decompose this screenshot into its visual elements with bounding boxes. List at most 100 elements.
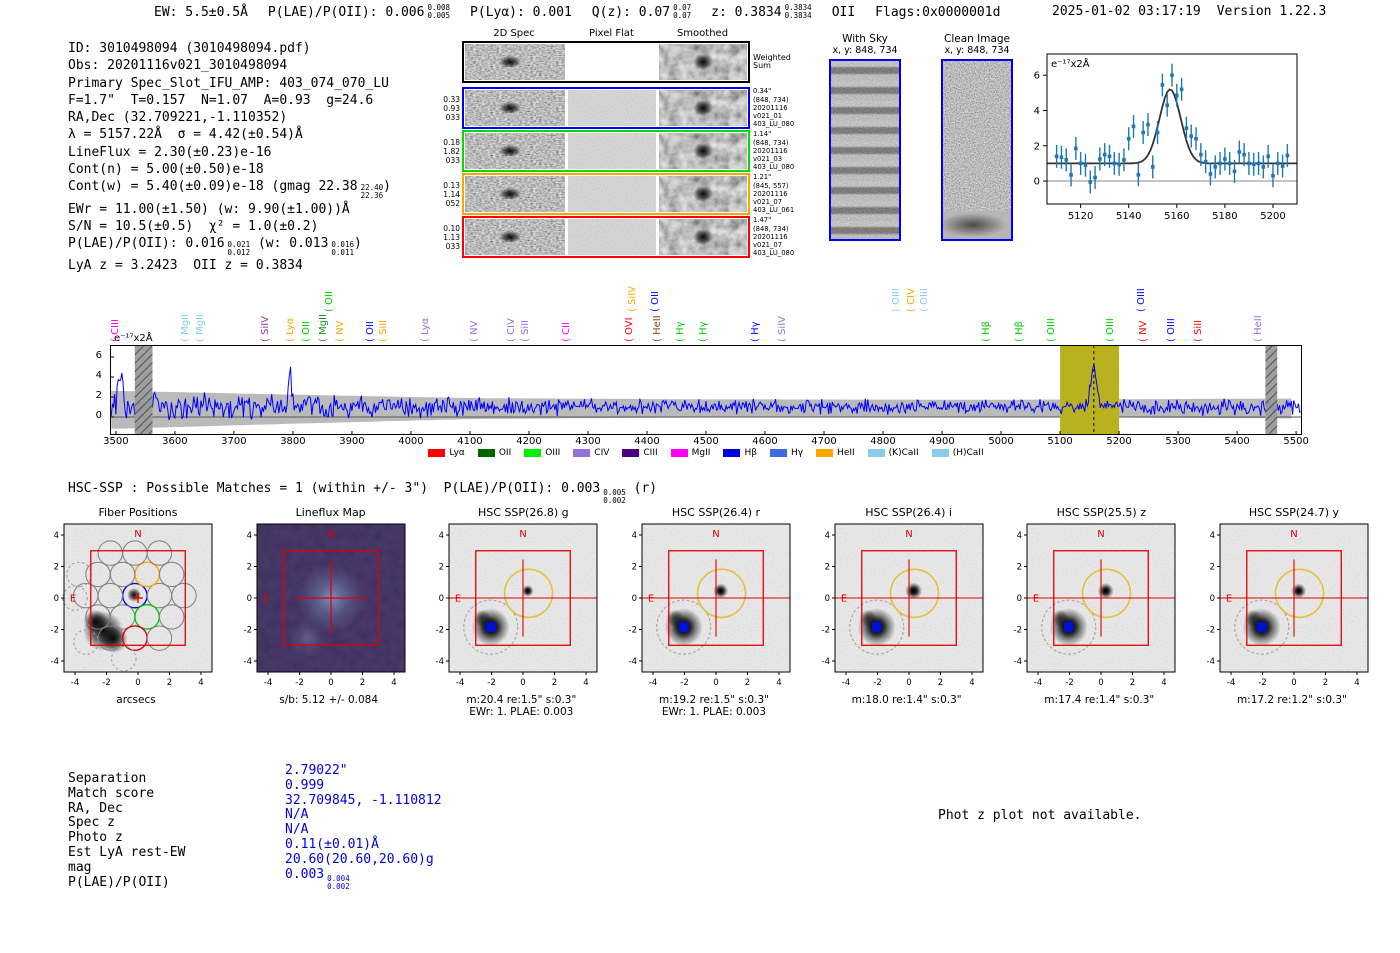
- summary-line: EW: 5.5±0.5Å P(LAE)/P(OII): 0.006 0.008 0.0…: [154, 3, 1020, 20]
- legend-label: MgII: [691, 448, 711, 458]
- svg-text:E: E: [262, 594, 268, 605]
- text-segment: Cont(w) = 5.40(±0.09)e-18 (gmag 22.38: [68, 179, 358, 195]
- svg-text:-2: -2: [243, 625, 251, 635]
- summary-segment: OII: [832, 5, 855, 20]
- legend-swatch: [428, 449, 446, 457]
- spec2d-left-label: 033: [445, 112, 460, 122]
- svg-text:2: 2: [54, 563, 59, 573]
- main-ytick-label: 2: [95, 390, 102, 401]
- legend-item: (K)CaII: [867, 448, 919, 458]
- main-xtick-label: 5100: [1047, 436, 1073, 447]
- cutout-plot: N E -4 -2 0 2 4 -4 -2 0 2 4: [628, 523, 791, 688]
- cutout-title: HSC SSP(25.5) z: [1056, 506, 1146, 519]
- emission-line-label: ( SiIV: [260, 316, 272, 342]
- main-xtick-label: 5500: [1283, 436, 1309, 447]
- emission-line-label: ( Lyα: [285, 317, 297, 342]
- svg-text:0: 0: [439, 594, 444, 604]
- emission-line-label: ( OII: [650, 291, 662, 312]
- text-segment: EWr = 11.00(±1.50) (w: 9.90(±1.00))Å: [68, 201, 350, 217]
- legend-label: HeII: [837, 448, 855, 458]
- svg-text:2: 2: [552, 678, 557, 688]
- line-fit-zoom-svg: 5120 5140 5160 5180 5200 0 2 4 6 e⁻¹⁷x2Å: [1034, 53, 1298, 222]
- emission-line-label: ( OIII: [1045, 318, 1057, 342]
- spec2d-strip-smooth: [659, 133, 747, 169]
- spec2d-column-titles: 2D Spec Pixel Flat Smoothed: [462, 28, 838, 39]
- summary-segment: P(LAE)/P(OII): 0.006 0.008 0.005: [268, 3, 450, 20]
- match-row-value: N/A: [285, 822, 442, 838]
- cutout-xlabel: s/b: 5.12 +/- 0.084: [279, 694, 379, 706]
- main-xtick-label: 4700: [811, 436, 837, 447]
- report-timestamp: 2025-01-02 03:17:19: [1052, 4, 1201, 19]
- svg-text:0: 0: [135, 678, 140, 688]
- main-xtick-label: 4900: [929, 436, 955, 447]
- line-legend: Lyα OII OIII CIV CIII MgII Hβ Hγ HeII (K)CaII (H)C…: [110, 448, 1302, 458]
- stacked-uncertainty: 22.40 22.36: [360, 183, 384, 201]
- svg-text:-4: -4: [263, 678, 271, 688]
- emission-line-label: ( OIII: [918, 288, 930, 312]
- sky-panel-title: With Sky: [842, 33, 888, 45]
- full-spectrum-svg: [110, 345, 1302, 435]
- text-segment: LineFlux = 2.30(±0.23)e-16: [68, 144, 272, 160]
- spec2d-row-left-labels: 0.10 1.13 033: [438, 224, 462, 251]
- emission-line-label: ( CIV: [505, 318, 517, 342]
- svg-text:N: N: [1290, 529, 1297, 540]
- text-segment: 2.79022": [285, 763, 348, 778]
- text-segment: LyA z = 3.2423 OII z = 0.3834: [68, 258, 303, 274]
- svg-text:-4: -4: [628, 657, 636, 667]
- svg-text:N: N: [712, 529, 719, 540]
- spec2d-strip-smooth: [659, 219, 747, 255]
- legend-item: OII: [477, 448, 512, 458]
- svg-text:0: 0: [328, 678, 333, 688]
- match-row-value: 2.79022": [285, 763, 442, 779]
- legend-label: Hβ: [744, 448, 757, 458]
- legend-item: Lyα: [428, 448, 465, 458]
- text-segment: P(LAE)/P(OII): 0.016: [68, 236, 225, 252]
- spec2d-row-strips: [462, 87, 750, 129]
- svg-text:N: N: [905, 529, 912, 540]
- photz-note: Phot z plot not available.: [938, 808, 1142, 823]
- legend-item: (H)CaII: [931, 448, 984, 458]
- svg-text:2: 2: [1323, 678, 1328, 688]
- stacked-uncertainty: 0.004 0.002: [327, 873, 350, 891]
- text-segment: (r): [625, 481, 658, 496]
- svg-text:N: N: [1098, 529, 1105, 540]
- svg-text:2: 2: [745, 678, 750, 688]
- spec2d-left-label: 052: [445, 198, 460, 208]
- cutout-xlabel: m:19.2 re:1.5" s:0.3": [658, 694, 769, 706]
- legend-label: Hγ: [790, 448, 804, 458]
- spec2d-right-label: 403_LU_080: [753, 249, 795, 258]
- legend-swatch: [524, 449, 542, 457]
- spec2d-left-label: 0.13: [443, 180, 460, 190]
- cutout-panel-hsc-ssp-25-5-z: HSC SSP(25.5) z N E -4 -2 0 2 4 -4 -2 0 2 4 m:17.4 re…: [991, 506, 1179, 718]
- main-xtick-label: 4000: [398, 436, 424, 447]
- svg-text:2: 2: [937, 678, 942, 688]
- emission-line-label: ( SiII: [378, 319, 390, 342]
- spec2d-row: 0.18 1.82 033 1.14" (848, 734) 20201116 v021_0…: [438, 130, 838, 172]
- spec2d-strip-noise: [465, 44, 565, 80]
- cutout-panel-fiber-positions: Fiber Positions N E -4 -2 0 2 4 -4 -2 0 2 4 arcsecs: [28, 506, 216, 718]
- svg-text:4: 4: [198, 678, 203, 688]
- legend-label: OII: [498, 448, 512, 458]
- legend-swatch: [867, 449, 885, 457]
- text-segment: Obs: 20201116v021_3010498094: [68, 58, 288, 74]
- spec2d-row-left-labels: 0.18 1.82 033: [438, 138, 462, 165]
- text-segment: 0.003: [285, 866, 325, 882]
- spec2d-strip-flat: [568, 90, 656, 126]
- spec2d-row-right-labels: 1.47" (848, 734) 20201116 v021_07 403_LU_080: [753, 216, 794, 257]
- match-row-label: Photo z: [68, 830, 123, 846]
- main-ytick-label: 4: [95, 370, 102, 381]
- svg-text:4: 4: [1210, 531, 1215, 541]
- main-xtick-label: 5400: [1224, 436, 1250, 447]
- legend-swatch: [769, 449, 787, 457]
- svg-text:5160: 5160: [1164, 211, 1189, 222]
- cutout-panel-hsc-ssp-26-4-i: HSC SSP(26.4) i N E -4 -2 0 2 4 -4 -2 0 2 4 m:18.0 re…: [799, 506, 987, 718]
- stacked-uncertainty: 0.016 0.011: [331, 240, 354, 258]
- spec2d-column-title: Smoothed: [676, 28, 729, 39]
- sky-image-panels: With Sky x, y: 848, 734 Clean Image x, y: 8…: [822, 33, 1020, 241]
- cutout-panel-lineflux-map: Lineflux Map N E -4 -2 0 2 4 -4 -2 0 2 4 s/b: 5.12 +/…: [221, 506, 409, 718]
- info-line: ID: 3010498094 (3010498094.pdf): [68, 40, 391, 57]
- svg-text:4: 4: [1162, 678, 1167, 688]
- svg-text:2: 2: [167, 678, 172, 688]
- spec2d-left-label: 1.13: [443, 232, 460, 242]
- svg-text:4: 4: [1034, 106, 1040, 117]
